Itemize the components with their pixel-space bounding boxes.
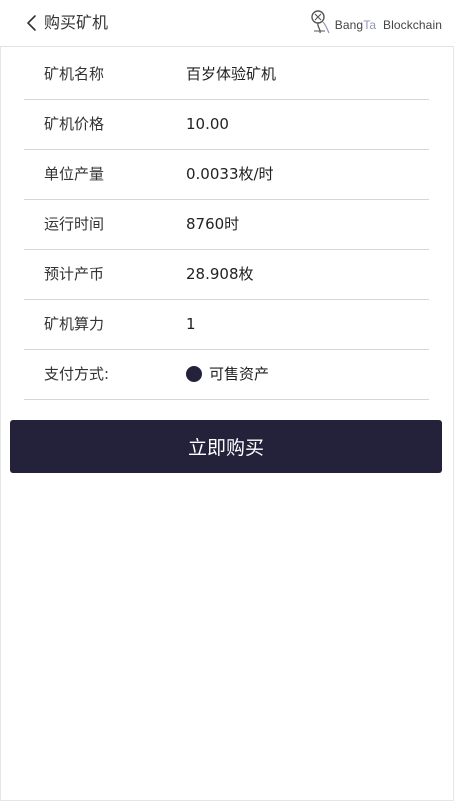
detail-label: 矿机名称 [44, 65, 105, 83]
buy-now-button[interactable]: 立即购买 [10, 420, 442, 473]
payment-option-label: 可售资产 [209, 365, 270, 383]
detail-value: 8760时 [186, 215, 240, 233]
detail-label: 运行时间 [44, 215, 105, 233]
detail-label: 预计产币 [44, 265, 105, 283]
detail-row-payment-method: 支付方式: 可售资产 [24, 350, 429, 400]
brand-name: BangTa Blockchain [335, 18, 442, 32]
detail-label: 矿机价格 [44, 115, 105, 133]
top-nav-bar: 购买矿机 BangTa Blockchain [0, 0, 454, 47]
brand-logo: BangTa Blockchain [309, 7, 442, 37]
detail-label: 矿机算力 [44, 315, 105, 333]
chevron-left-icon[interactable] [25, 14, 39, 32]
detail-value: 28.908枚 [186, 265, 254, 283]
detail-row-hashrate: 矿机算力 1 [24, 300, 429, 350]
brand-name-part2: Ta [363, 18, 377, 32]
detail-value: 百岁体验矿机 [186, 65, 277, 83]
detail-row-expected-coins: 预计产币 28.908枚 [24, 250, 429, 300]
brand-name-part3: Blockchain [382, 18, 442, 32]
detail-row-unit-output: 单位产量 0.0033枚/时 [24, 150, 429, 200]
detail-row-runtime: 运行时间 8760时 [24, 200, 429, 250]
detail-row-name: 矿机名称 百岁体验矿机 [24, 50, 429, 100]
detail-row-price: 矿机价格 10.00 [24, 100, 429, 150]
payment-method-label: 支付方式: [44, 365, 110, 383]
miner-details-list: 矿机名称 百岁体验矿机 矿机价格 10.00 单位产量 0.0033枚/时 运行… [24, 50, 429, 400]
detail-value: 10.00 [186, 115, 229, 133]
radio-selected-icon[interactable] [186, 366, 202, 382]
bangta-logo-icon [311, 10, 330, 34]
detail-value: 1 [186, 315, 196, 333]
detail-label: 单位产量 [44, 165, 105, 183]
payment-option-saleable-assets[interactable]: 可售资产 [186, 364, 269, 384]
page-title: 购买矿机 [44, 13, 109, 32]
brand-name-part1: Bang [334, 18, 364, 32]
detail-value: 0.0033枚/时 [186, 165, 274, 183]
